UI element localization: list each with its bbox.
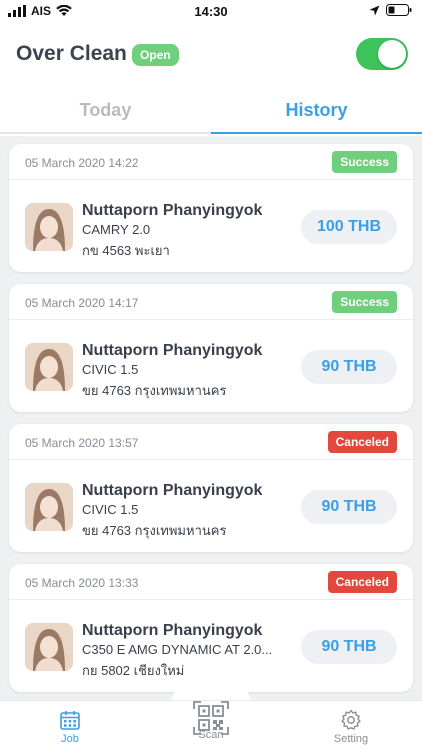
car-model: CIVIC 1.5 [82,362,139,377]
order-datetime: 05 March 2020 14:17 [25,296,139,310]
customer-name: Nuttaporn Phanyingyok [82,202,263,219]
price-pill: 100 THB [301,210,397,244]
order-card-header: 05 March 2020 14:17 Success [9,284,413,320]
clock: 14:30 [194,4,228,19]
customer-name: Nuttaporn Phanyingyok [82,342,263,359]
app-title: Over Clean [16,42,127,65]
order-history-list[interactable]: 05 March 2020 14:22 Success Nuttaporn Ph… [0,136,422,700]
car-model: C350 E AMG DYNAMIC AT 2.0... [82,642,273,657]
nav-setting-label: Setting [333,733,369,745]
battery-icon [386,4,412,16]
nav-job[interactable]: Job [30,709,110,745]
order-card-header: 05 March 2020 14:22 Success [9,144,413,180]
calendar-icon [60,711,80,730]
car-model: CIVIC 1.5 [82,502,139,517]
price-pill: 90 THB [301,350,397,384]
license-plate: กข 4563 พะเยา [82,243,170,258]
open-toggle[interactable] [356,38,408,70]
nav-setting[interactable]: Setting [311,709,391,745]
toggle-knob [378,40,406,68]
status-badge: Canceled [327,571,397,593]
avatar [25,623,73,671]
tab-today[interactable]: Today [0,86,211,134]
order-card[interactable]: 05 March 2020 13:33 Canceled Nuttaporn P… [9,564,413,692]
order-card-header: 05 March 2020 13:57 Canceled [9,424,413,460]
active-tab-indicator [211,132,422,134]
location-arrow-icon [369,5,380,15]
qr-code-icon[interactable] [193,700,229,736]
nav-job-label: Job [61,733,79,745]
status-badge: Canceled [327,431,397,453]
status-bar-right [369,4,412,16]
customer-name: Nuttaporn Phanyingyok [82,622,263,639]
order-card[interactable]: 05 March 2020 14:17 Success Nuttaporn Ph… [9,284,413,412]
order-datetime: 05 March 2020 14:22 [25,156,139,170]
license-plate: ขย 4763 กรุงเทพมหานคร [82,523,227,538]
customer-name: Nuttaporn Phanyingyok [82,482,263,499]
gear-icon [341,709,361,730]
status-badge: Success [332,151,397,173]
tab-history[interactable]: History [211,86,422,134]
price-pill: 90 THB [301,490,397,524]
avatar [25,343,73,391]
app-header: Over Clean Open [0,24,422,86]
order-datetime: 05 March 2020 13:33 [25,576,139,590]
avatar [25,203,73,251]
car-model: CAMRY 2.0 [82,222,151,237]
status-badge: Success [332,291,397,313]
avatar [25,483,73,531]
license-plate: ขย 4763 กรุงเทพมหานคร [82,383,227,398]
open-status-badge: Open [132,44,179,66]
order-card[interactable]: 05 March 2020 14:22 Success Nuttaporn Ph… [9,144,413,272]
tab-bar: Today History [0,86,422,134]
status-bar: AIS 14:30 [0,0,422,24]
order-card[interactable]: 05 March 2020 13:57 Canceled Nuttaporn P… [9,424,413,552]
price-pill: 90 THB [301,630,397,664]
license-plate: กย 5802 เชียงใหม่ [82,663,185,678]
order-datetime: 05 March 2020 13:57 [25,436,139,450]
order-card-header: 05 March 2020 13:33 Canceled [9,564,413,600]
